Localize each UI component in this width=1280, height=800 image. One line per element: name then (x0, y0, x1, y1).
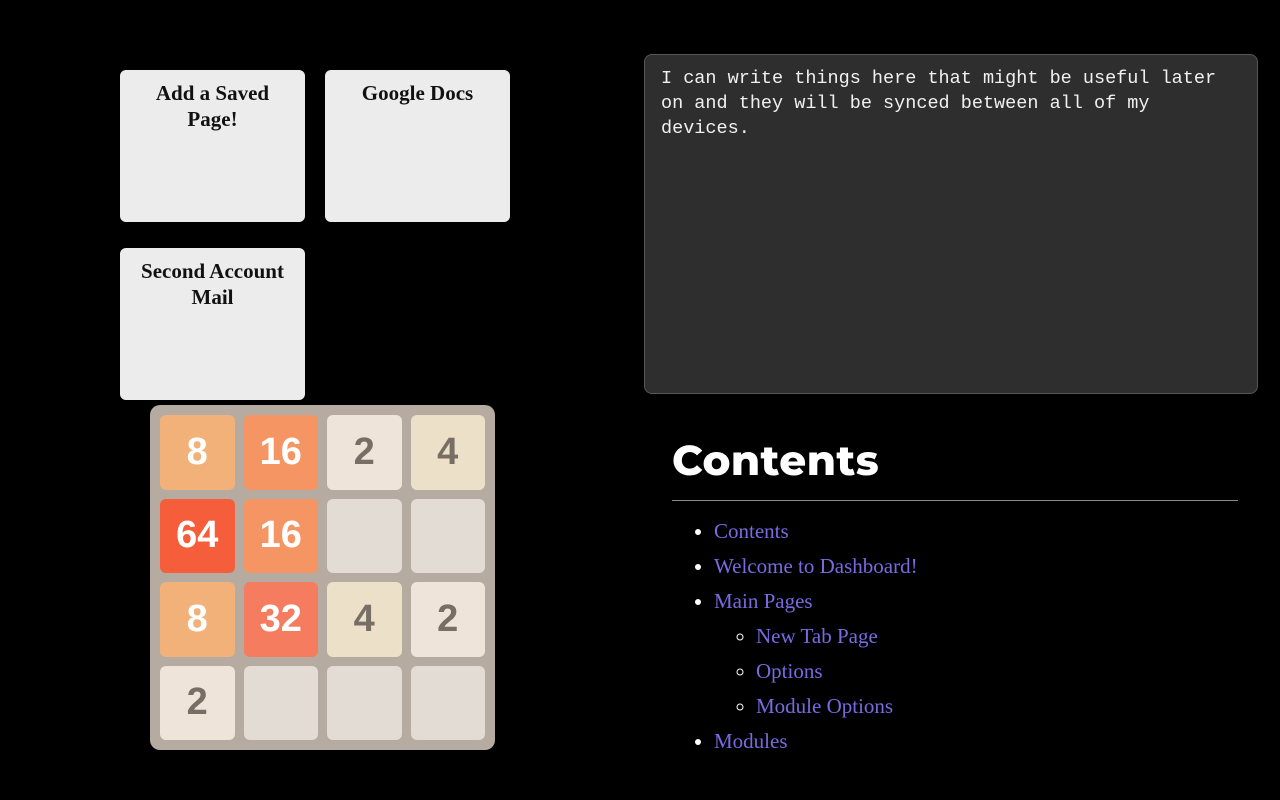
link-contents[interactable]: Contents (714, 519, 789, 543)
game-cell-empty (244, 666, 319, 741)
link-module-options[interactable]: Module Options (756, 694, 893, 718)
list-item: Options (756, 659, 1238, 684)
contents-list: Contents Welcome to Dashboard! Main Page… (672, 519, 1238, 754)
game-cell: 2 (327, 415, 402, 490)
game-cell: 16 (244, 415, 319, 490)
game-cell-empty (327, 666, 402, 741)
list-item: New Tab Page (756, 624, 1238, 649)
game-cell-empty (327, 499, 402, 574)
game-cell: 2 (411, 582, 486, 657)
game-cell-empty (411, 499, 486, 574)
list-item: Contents (714, 519, 1238, 544)
saved-page-tile[interactable]: Second Account Mail (120, 248, 305, 400)
link-main-pages[interactable]: Main Pages (714, 589, 813, 613)
game-cell: 32 (244, 582, 319, 657)
contents-sublist: New Tab Page Options Module Options (714, 624, 1238, 719)
game-cell: 4 (327, 582, 402, 657)
link-welcome[interactable]: Welcome to Dashboard! (714, 554, 918, 578)
list-item: Welcome to Dashboard! (714, 554, 1238, 579)
saved-page-tile-add[interactable]: Add a Saved Page! (120, 70, 305, 222)
list-item: Modules (714, 729, 1238, 754)
game-cell-empty (411, 666, 486, 741)
list-item: Main Pages New Tab Page Options Module O… (714, 589, 1238, 719)
link-modules[interactable]: Modules (714, 729, 788, 753)
list-item: Module Options (756, 694, 1238, 719)
game-cell: 8 (160, 415, 235, 490)
game-2048-board[interactable]: 816246416832422 (150, 405, 495, 750)
link-options[interactable]: Options (756, 659, 823, 683)
saved-pages-grid: Add a Saved Page! Google Docs Second Acc… (120, 70, 510, 400)
game-cell: 8 (160, 582, 235, 657)
saved-page-tile[interactable]: Google Docs (325, 70, 510, 222)
game-cell: 64 (160, 499, 235, 574)
link-new-tab[interactable]: New Tab Page (756, 624, 878, 648)
game-cell: 16 (244, 499, 319, 574)
notes-textarea[interactable] (644, 54, 1258, 394)
contents-panel: Contents Contents Welcome to Dashboard! … (672, 434, 1238, 764)
game-cell: 2 (160, 666, 235, 741)
game-cell: 4 (411, 415, 486, 490)
contents-heading: Contents (672, 434, 1238, 501)
